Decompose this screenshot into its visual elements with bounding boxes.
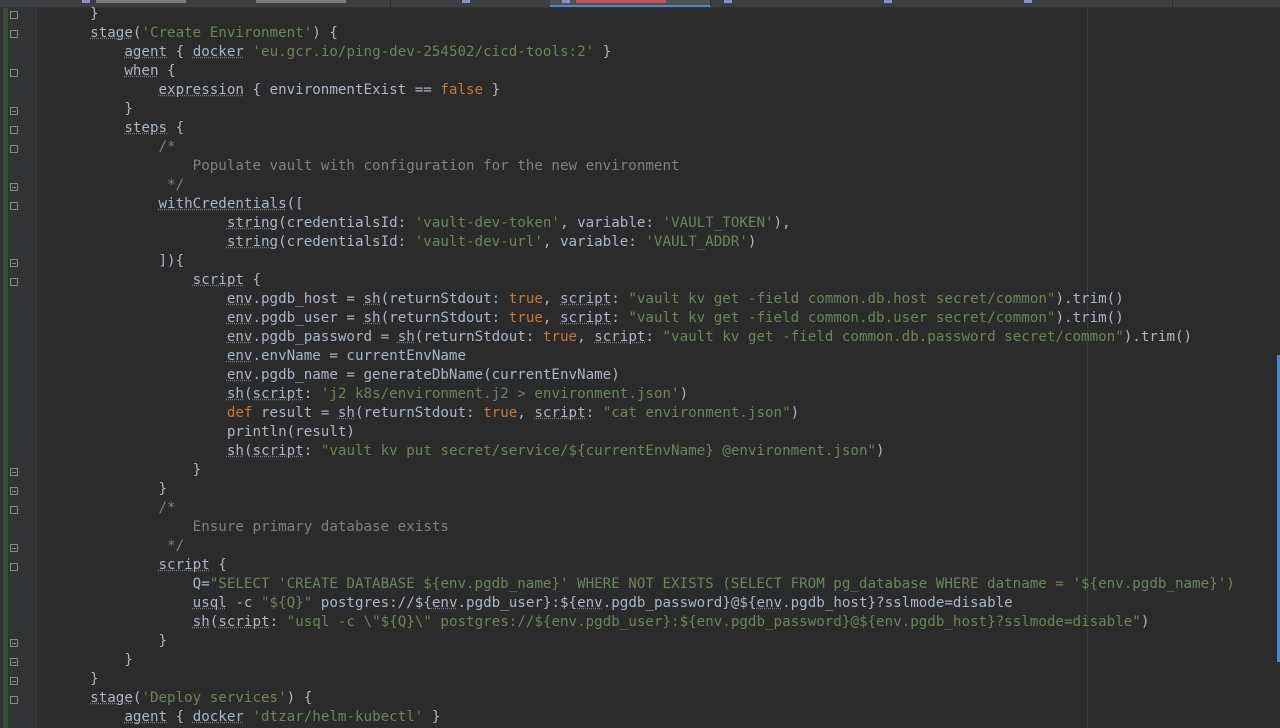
fold-marker-icon[interactable] bbox=[10, 30, 18, 38]
code-line[interactable]: Populate vault with configuration for th… bbox=[56, 157, 680, 176]
fold-marker-icon[interactable] bbox=[10, 145, 18, 153]
code-line[interactable]: expression { environmentExist == false } bbox=[56, 81, 501, 100]
groovy-file-icon bbox=[1024, 0, 1032, 3]
fold-end-icon[interactable] bbox=[10, 107, 18, 115]
groovy-file-icon bbox=[82, 0, 90, 3]
fold-marker-icon[interactable] bbox=[10, 563, 18, 571]
code-line[interactable]: } bbox=[56, 100, 133, 119]
code-line[interactable]: steps { bbox=[56, 119, 184, 138]
code-line[interactable]: } bbox=[56, 461, 202, 480]
fold-marker-icon[interactable] bbox=[10, 506, 18, 514]
fold-end-icon[interactable] bbox=[10, 487, 18, 495]
code-line[interactable]: sh(script: 'j2 k8s/environment.j2 > envi… bbox=[56, 385, 688, 404]
code-line[interactable]: script { bbox=[56, 271, 261, 290]
code-line[interactable]: } bbox=[56, 632, 167, 651]
fold-marker-icon[interactable] bbox=[10, 126, 18, 134]
groovy-file-icon bbox=[884, 0, 892, 3]
fold-end-icon[interactable] bbox=[10, 639, 18, 647]
code-line[interactable]: /* bbox=[56, 138, 175, 157]
code-line[interactable]: env.pgdb_password = sh(returnStdout: tru… bbox=[56, 328, 1192, 347]
fold-end-icon[interactable] bbox=[10, 544, 18, 552]
fold-end-icon[interactable] bbox=[10, 468, 18, 476]
code-line[interactable]: } bbox=[56, 651, 133, 670]
fold-end-icon[interactable] bbox=[10, 677, 18, 685]
code-line[interactable]: script { bbox=[56, 556, 227, 575]
code-line[interactable]: def result = sh(returnStdout: true, scri… bbox=[56, 404, 799, 423]
groovy-file-icon bbox=[562, 0, 570, 3]
code-line[interactable]: Ensure primary database exists bbox=[56, 518, 449, 537]
code-line[interactable]: when { bbox=[56, 62, 175, 81]
fold-end-icon[interactable] bbox=[10, 183, 18, 191]
code-line[interactable]: string(credentialsId: 'vault-dev-url', v… bbox=[56, 233, 757, 252]
code-line[interactable]: println(result) bbox=[56, 423, 355, 442]
code-line[interactable]: } bbox=[56, 5, 99, 24]
code-line[interactable]: } bbox=[56, 480, 167, 499]
code-line[interactable]: sh(script: "usql -c \"${Q}\" postgres://… bbox=[56, 613, 1150, 632]
code-line[interactable]: sh(script: "vault kv put secret/service/… bbox=[56, 442, 885, 461]
fold-end-icon[interactable] bbox=[10, 259, 18, 267]
fold-marker-icon[interactable] bbox=[10, 278, 18, 286]
code-line[interactable]: stage('Deploy services') { bbox=[56, 689, 312, 708]
code-line[interactable]: stage('Create Environment') { bbox=[56, 24, 338, 43]
fold-marker-icon[interactable] bbox=[10, 11, 18, 19]
code-line[interactable]: agent { docker 'eu.gcr.io/ping-dev-25450… bbox=[56, 43, 611, 62]
code-line[interactable]: */ bbox=[56, 176, 184, 195]
editor-tab-label bbox=[256, 0, 346, 3]
code-line[interactable]: */ bbox=[56, 537, 184, 556]
code-line[interactable]: } bbox=[56, 670, 99, 689]
code-line[interactable]: usql -c "${Q}" postgres://${env.pgdb_use… bbox=[56, 594, 1013, 613]
file-icon bbox=[462, 0, 470, 3]
editor-tab-label bbox=[96, 0, 186, 3]
code-line[interactable]: env.pgdb_name = generateDbName(currentEn… bbox=[56, 366, 620, 385]
file-icon bbox=[724, 0, 732, 3]
code-line[interactable]: withCredentials([ bbox=[56, 195, 304, 214]
code-line[interactable]: /* bbox=[56, 499, 175, 518]
code-line[interactable]: Q="SELECT 'CREATE DATABASE ${env.pgdb_na… bbox=[56, 575, 1235, 594]
code-line[interactable]: env.pgdb_host = sh(returnStdout: true, s… bbox=[56, 290, 1124, 309]
code-line[interactable]: string(credentialsId: 'vault-dev-token',… bbox=[56, 214, 791, 233]
code-editor[interactable]: } stage('Create Environment') { agent { … bbox=[56, 5, 1280, 728]
vcs-change-marker[interactable] bbox=[3, 8, 8, 728]
code-line[interactable]: ]){ bbox=[56, 252, 184, 271]
editor-tab-label bbox=[576, 0, 666, 3]
code-line[interactable]: agent { docker 'dtzar/helm-kubectl' } bbox=[56, 708, 440, 727]
fold-end-icon[interactable] bbox=[10, 658, 18, 666]
fold-marker-icon[interactable] bbox=[10, 202, 18, 210]
code-line[interactable]: env.pgdb_user = sh(returnStdout: true, s… bbox=[56, 309, 1124, 328]
code-line[interactable]: env.envName = currentEnvName bbox=[56, 347, 466, 366]
fold-marker-icon[interactable] bbox=[10, 69, 18, 77]
fold-marker-icon[interactable] bbox=[10, 696, 18, 704]
